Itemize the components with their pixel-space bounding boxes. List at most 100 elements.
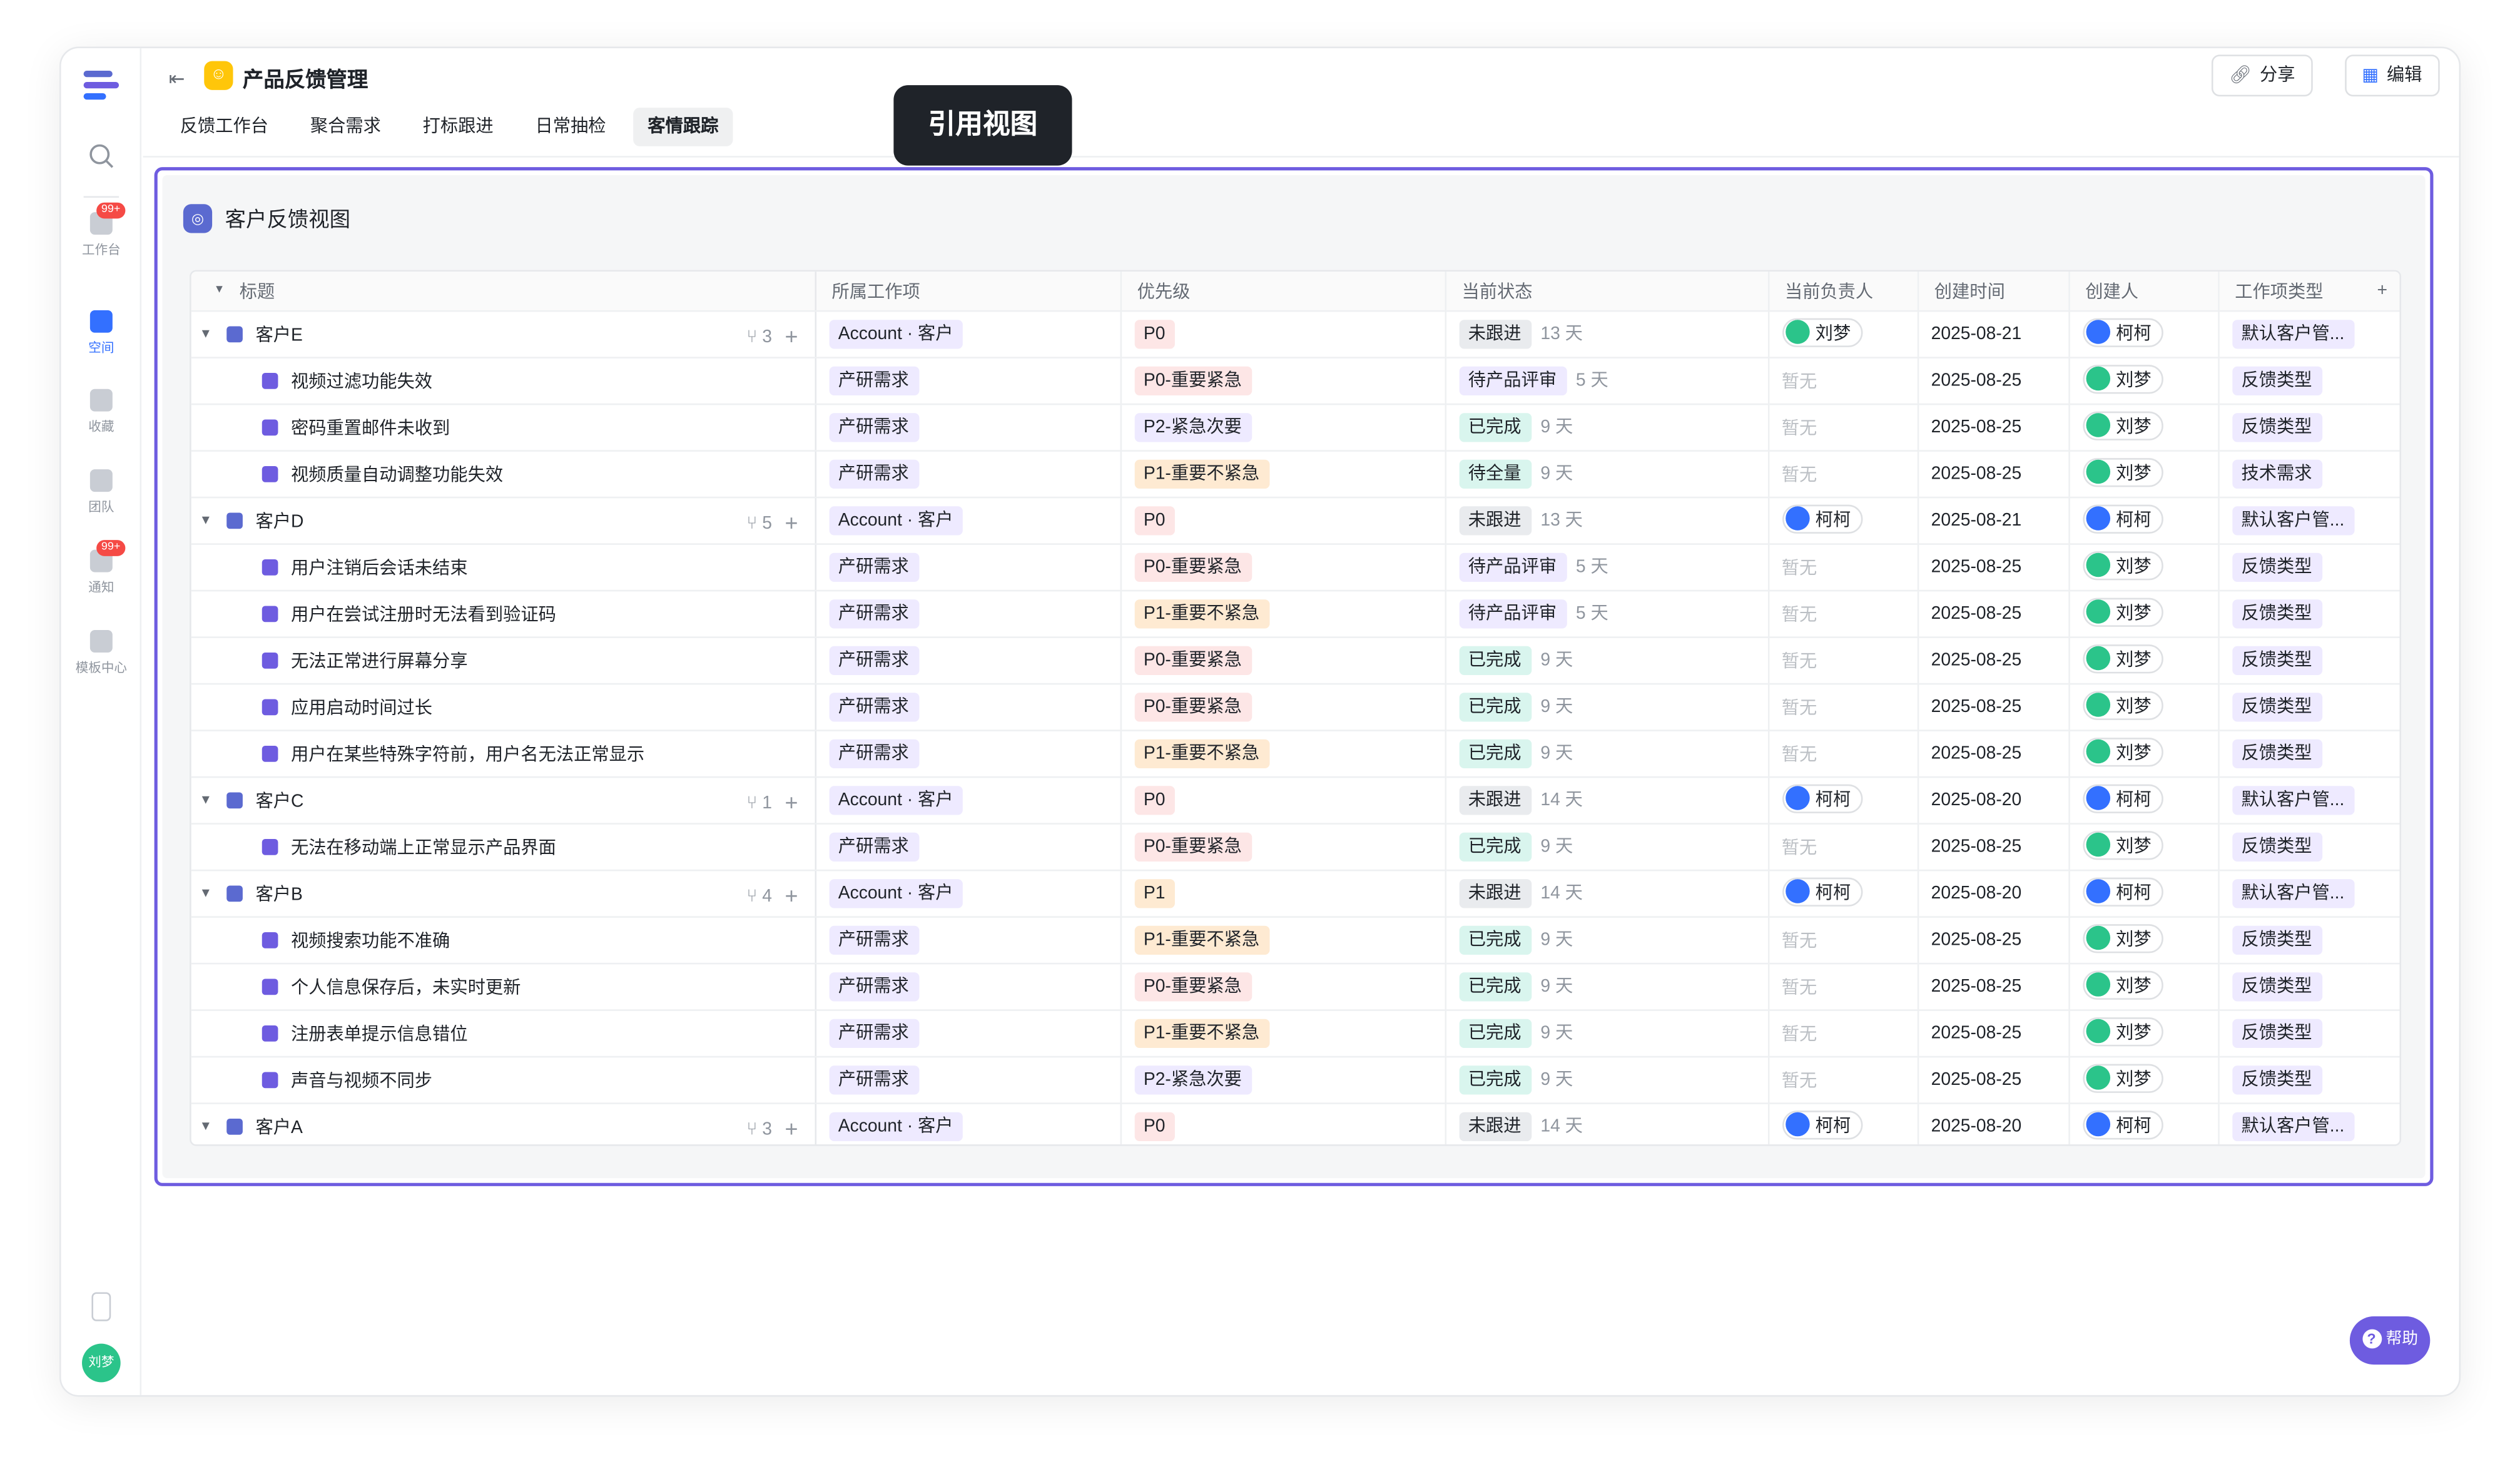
- owner-cell[interactable]: 柯柯: [1767, 496, 1919, 544]
- creator-cell[interactable]: 刘梦: [2068, 543, 2219, 591]
- column-header-creator[interactable]: 创建人: [2068, 272, 2219, 312]
- row-title[interactable]: 密码重置邮件未收到: [291, 414, 450, 440]
- creator-cell[interactable]: 刘梦: [2068, 683, 2219, 731]
- help-button[interactable]: ? 帮助: [2349, 1316, 2431, 1365]
- owner-cell[interactable]: 暂无: [1767, 543, 1919, 591]
- work-type-cell[interactable]: 反馈类型: [2218, 403, 2368, 451]
- owner-cell[interactable]: 暂无: [1767, 962, 1919, 1010]
- owner-cell[interactable]: 柯柯: [1767, 1102, 1919, 1145]
- creator-cell[interactable]: 柯柯: [2068, 496, 2219, 544]
- collapse-all-icon[interactable]: ▼: [214, 285, 225, 296]
- owner-cell[interactable]: 暂无: [1767, 823, 1919, 871]
- table-row[interactable]: 用户在尝试注册时无法看到验证码 产研需求 P1-重要不紧急 待产品评审 5 天 暂无 202…: [191, 589, 2400, 638]
- mobile-icon[interactable]: [91, 1292, 111, 1321]
- creator-chip[interactable]: 刘梦: [2082, 644, 2163, 673]
- creator-chip[interactable]: 柯柯: [2082, 877, 2163, 907]
- creator-chip[interactable]: 刘梦: [2082, 551, 2163, 580]
- column-header-title[interactable]: ▼ 标题: [191, 272, 816, 312]
- status-cell[interactable]: 已完成 9 天: [1445, 729, 1769, 778]
- work-type-cell[interactable]: 反馈类型: [2218, 1009, 2368, 1057]
- row-title[interactable]: 客户C: [255, 787, 303, 813]
- creator-chip[interactable]: 刘梦: [2082, 411, 2163, 440]
- creator-cell[interactable]: 柯柯: [2068, 1102, 2219, 1145]
- row-title[interactable]: 用户注销后会话未结束: [291, 554, 468, 579]
- tab-item[interactable]: 聚合需求: [296, 108, 395, 146]
- owner-cell[interactable]: 刘梦: [1767, 310, 1919, 358]
- edit-button[interactable]: ▦ 编辑: [2344, 54, 2440, 97]
- creator-cell[interactable]: 刘梦: [2068, 403, 2219, 451]
- expand-caret-icon[interactable]: ▼: [195, 1119, 217, 1133]
- add-child-icon[interactable]: +: [785, 882, 798, 907]
- title-cell[interactable]: 个人信息保存后，未实时更新: [191, 962, 816, 1010]
- table-row[interactable]: 视频搜索功能不准确 产研需求 P1-重要不紧急 已完成 9 天 暂无 2025-08-25 刘…: [191, 916, 2400, 964]
- row-title[interactable]: 客户B: [255, 880, 302, 906]
- owner-cell[interactable]: 柯柯: [1767, 776, 1919, 824]
- work-type-cell[interactable]: 默认客户管...: [2218, 776, 2368, 824]
- title-cell[interactable]: 视频搜索功能不准确: [191, 916, 816, 964]
- title-cell[interactable]: ▼ 客户E ⑂ 3 +: [191, 310, 816, 358]
- title-cell[interactable]: ▼ 客户A ⑂ 3 +: [191, 1102, 816, 1145]
- work-type-cell[interactable]: 反馈类型: [2218, 916, 2368, 964]
- row-title[interactable]: 声音与视频不同步: [291, 1067, 432, 1092]
- owner-cell[interactable]: 暂无: [1767, 403, 1919, 451]
- title-cell[interactable]: 无法在移动端上正常显示产品界面: [191, 823, 816, 871]
- add-column-button[interactable]: +: [2367, 272, 2400, 312]
- add-child-icon[interactable]: +: [785, 509, 798, 534]
- table-row[interactable]: 声音与视频不同步 产研需求 P2-紧急次要 已完成 9 天 暂无 2025-08-25 刘梦 反…: [191, 1055, 2400, 1104]
- status-cell[interactable]: 未跟进 14 天: [1445, 776, 1769, 824]
- row-title[interactable]: 无法正常进行屏幕分享: [291, 647, 468, 673]
- priority-cell[interactable]: P1: [1120, 869, 1446, 917]
- tab-item[interactable]: 日常抽检: [521, 108, 620, 146]
- work-type-cell[interactable]: 反馈类型: [2218, 543, 2368, 591]
- work-type-cell[interactable]: 默认客户管...: [2218, 1102, 2368, 1145]
- creator-cell[interactable]: 柯柯: [2068, 869, 2219, 917]
- title-cell[interactable]: 视频过滤功能失效: [191, 357, 816, 405]
- owner-cell[interactable]: 暂无: [1767, 916, 1919, 964]
- status-cell[interactable]: 待产品评审 5 天: [1445, 589, 1769, 638]
- link-cell[interactable]: 产研需求: [815, 729, 1121, 778]
- owner-cell[interactable]: 暂无: [1767, 1009, 1919, 1057]
- priority-cell[interactable]: P2-紧急次要: [1120, 403, 1446, 451]
- search-icon[interactable]: [87, 141, 116, 170]
- row-title[interactable]: 用户在某些特殊字符前，用户名无法正常显示: [291, 740, 644, 766]
- title-cell[interactable]: ▼ 客户B ⑂ 4 +: [191, 869, 816, 917]
- row-title[interactable]: 视频过滤功能失效: [291, 367, 432, 393]
- title-cell[interactable]: ▼ 客户C ⑂ 1 +: [191, 776, 816, 824]
- status-cell[interactable]: 未跟进 14 天: [1445, 869, 1769, 917]
- work-type-cell[interactable]: 默认客户管...: [2218, 869, 2368, 917]
- priority-cell[interactable]: P0: [1120, 776, 1446, 824]
- status-cell[interactable]: 已完成 9 天: [1445, 683, 1769, 731]
- title-cell[interactable]: 用户在尝试注册时无法看到验证码: [191, 589, 816, 638]
- owner-chip[interactable]: 柯柯: [1781, 1110, 1862, 1139]
- row-title[interactable]: 视频质量自动调整功能失效: [291, 460, 503, 486]
- creator-cell[interactable]: 刘梦: [2068, 636, 2219, 684]
- status-cell[interactable]: 已完成 9 天: [1445, 962, 1769, 1010]
- owner-chip[interactable]: 柯柯: [1781, 504, 1862, 534]
- priority-cell[interactable]: P1-重要不紧急: [1120, 729, 1446, 778]
- group-row[interactable]: ▼ 客户D ⑂ 5 + Account · 客户 P0 未跟进 13 天柯柯 2025-08-2…: [191, 496, 2400, 544]
- add-child-icon[interactable]: +: [785, 1115, 798, 1141]
- expand-caret-icon[interactable]: ▼: [195, 513, 217, 527]
- expand-caret-icon[interactable]: ▼: [195, 793, 217, 807]
- creator-chip[interactable]: 刘梦: [2082, 970, 2163, 1000]
- group-row[interactable]: ▼ 客户B ⑂ 4 + Account · 客户 P1 未跟进 14 天柯柯 2025-08-2…: [191, 869, 2400, 917]
- creator-chip[interactable]: 柯柯: [2082, 504, 2163, 534]
- link-cell[interactable]: 产研需求: [815, 823, 1121, 871]
- table-row[interactable]: 无法正常进行屏幕分享 产研需求 P0-重要紧急 已完成 9 天 暂无 2025-08-25 刘…: [191, 636, 2400, 684]
- status-cell[interactable]: 已完成 9 天: [1445, 916, 1769, 964]
- column-header-status[interactable]: 当前状态: [1445, 272, 1769, 312]
- share-button[interactable]: 🔗︎ 分享: [2212, 54, 2313, 97]
- priority-cell[interactable]: P0-重要紧急: [1120, 636, 1446, 684]
- status-cell[interactable]: 待全量 9 天: [1445, 450, 1769, 498]
- owner-cell[interactable]: 柯柯: [1767, 869, 1919, 917]
- column-header-created-time[interactable]: 创建时间: [1917, 272, 2070, 312]
- creator-cell[interactable]: 刘梦: [2068, 916, 2219, 964]
- priority-cell[interactable]: P0: [1120, 310, 1446, 358]
- row-title[interactable]: 注册表单提示信息错位: [291, 1020, 468, 1045]
- status-cell[interactable]: 已完成 9 天: [1445, 636, 1769, 684]
- title-cell[interactable]: 注册表单提示信息错位: [191, 1009, 816, 1057]
- table-row[interactable]: 注册表单提示信息错位 产研需求 P1-重要不紧急 已完成 9 天 暂无 2025-08-25…: [191, 1009, 2400, 1057]
- title-cell[interactable]: 声音与视频不同步: [191, 1055, 816, 1104]
- creator-chip[interactable]: 刘梦: [2082, 597, 2163, 627]
- creator-cell[interactable]: 刘梦: [2068, 962, 2219, 1010]
